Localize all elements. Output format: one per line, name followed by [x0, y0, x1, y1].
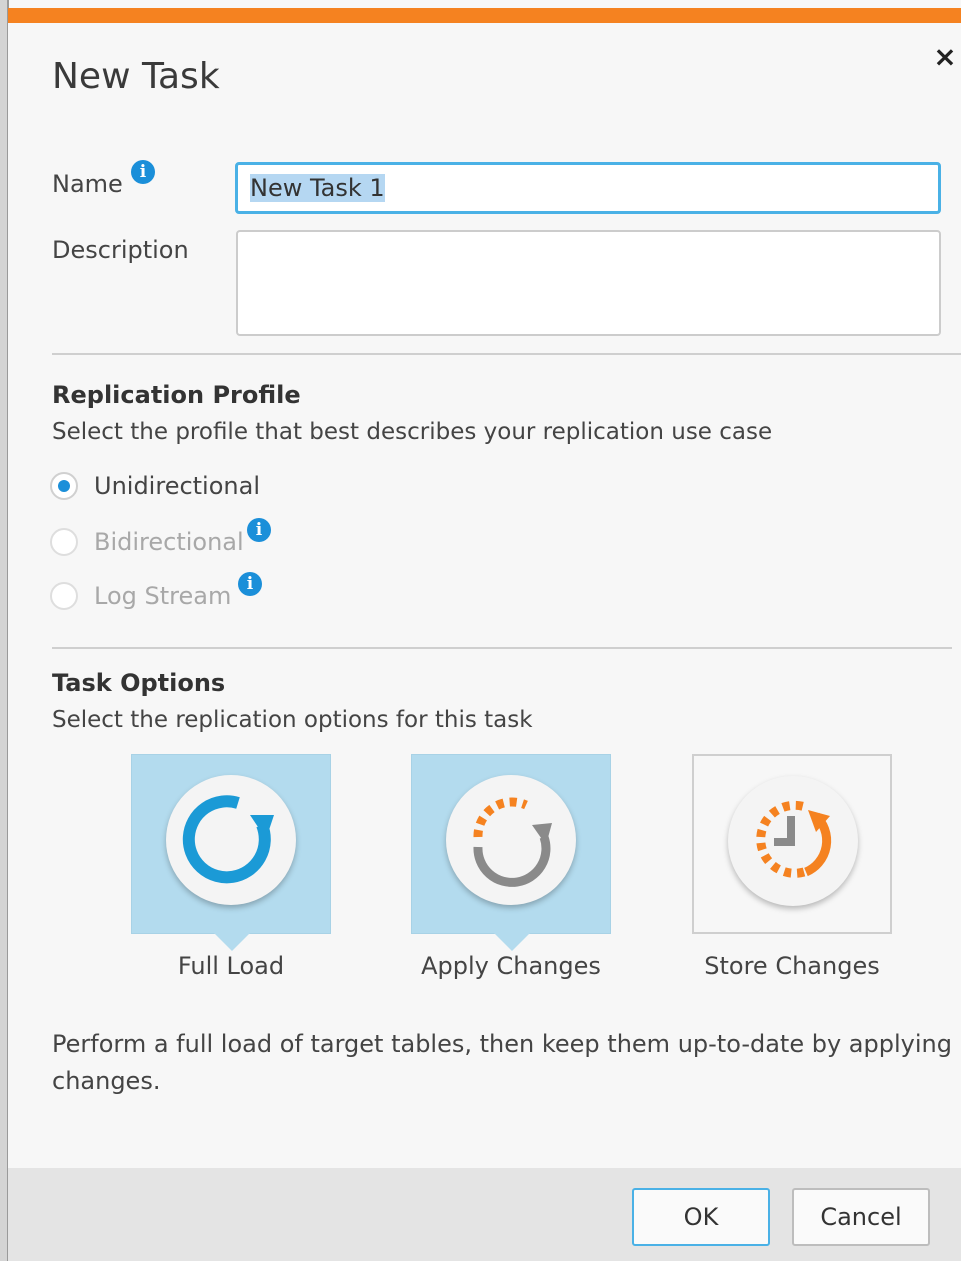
full-load-tile[interactable]: [131, 754, 331, 951]
radio-label-log-stream: Log Stream: [94, 582, 232, 610]
radio-log-stream[interactable]: Log Stream: [50, 579, 231, 613]
ok-button[interactable]: OK: [632, 1188, 770, 1246]
radio-button[interactable]: [50, 528, 78, 556]
tile-pointer: [214, 933, 250, 951]
full-load-label: Full Load: [177, 952, 285, 980]
close-icon: ×: [933, 40, 957, 73]
close-button[interactable]: ×: [930, 42, 960, 72]
radio-bidirectional[interactable]: Bidirectional: [50, 525, 244, 559]
new-task-dialog: × New Task Name i New Task 1 Description…: [8, 8, 961, 1261]
name-info-icon[interactable]: i: [131, 160, 155, 184]
description-label: Description: [52, 236, 189, 264]
apply-changes-label: Apply Changes: [421, 952, 601, 980]
description-input[interactable]: [236, 230, 941, 336]
replication-profile-subtitle: Select the profile that best describes y…: [52, 419, 773, 445]
apply-changes-icon: [446, 775, 576, 905]
radio-unidirectional[interactable]: Unidirectional: [50, 469, 260, 503]
bidirectional-info-icon[interactable]: i: [247, 518, 271, 542]
full-load-icon: [166, 775, 296, 905]
store-changes-label: Store Changes: [704, 952, 880, 980]
dialog-accent-bar: [8, 8, 961, 23]
radio-label-unidirectional: Unidirectional: [94, 472, 260, 500]
tile-pointer: [494, 933, 530, 951]
dialog-title: New Task: [52, 56, 220, 97]
store-changes-icon: [728, 776, 858, 906]
task-options-summary: Perform a full load of target tables, th…: [52, 1030, 952, 1095]
task-options-subtitle: Select the replication options for this …: [52, 707, 533, 733]
replication-profile-title: Replication Profile: [52, 381, 301, 409]
apply-changes-tile[interactable]: [411, 754, 611, 951]
divider-top: [52, 353, 961, 355]
log-stream-info-icon[interactable]: i: [238, 572, 262, 596]
radio-button[interactable]: [50, 472, 78, 500]
name-label: Name: [52, 170, 123, 198]
name-input[interactable]: New Task 1: [235, 162, 941, 214]
divider-middle: [52, 647, 952, 649]
name-input-value: New Task 1: [250, 174, 385, 202]
radio-label-bidirectional: Bidirectional: [94, 528, 244, 556]
store-changes-tile[interactable]: [692, 754, 892, 934]
radio-button[interactable]: [50, 582, 78, 610]
cancel-button[interactable]: Cancel: [792, 1188, 930, 1246]
task-options-title: Task Options: [52, 669, 226, 697]
